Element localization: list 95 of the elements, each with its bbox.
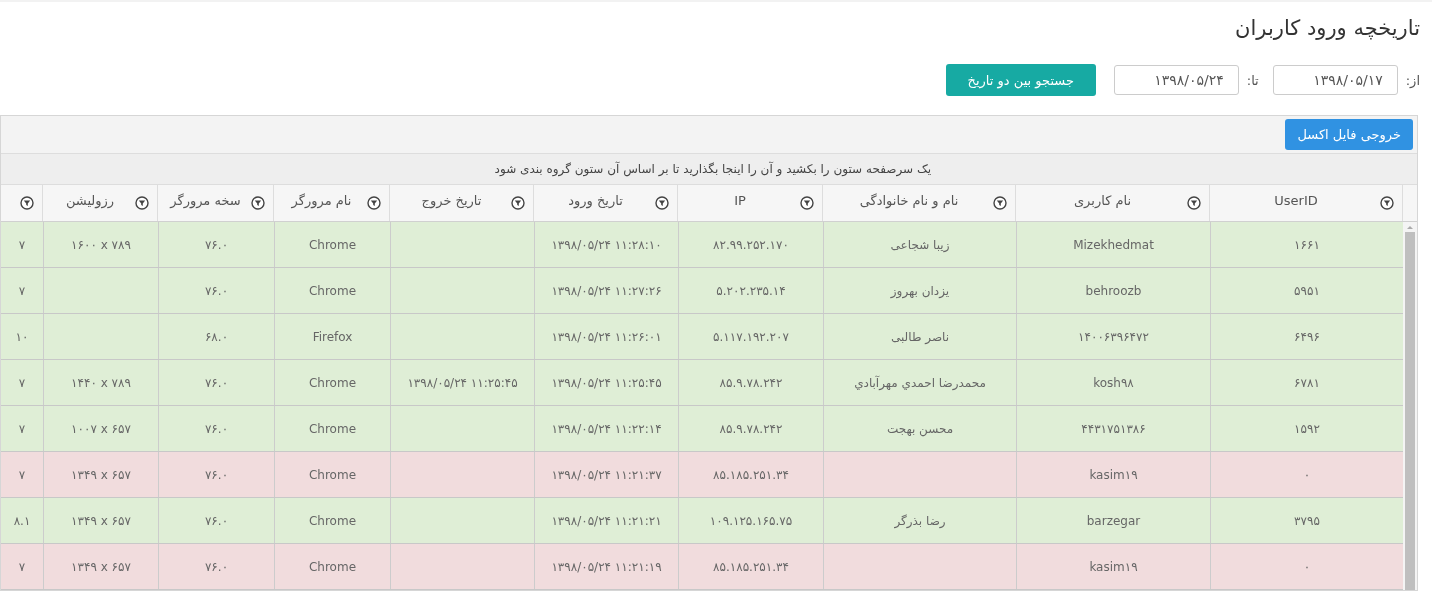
table-cell: Mizekhedmat: [1073, 237, 1154, 252]
table-cell: ناصر طالبی: [890, 329, 950, 344]
table-cell: ۰: [1303, 467, 1311, 482]
table-cell: ۷۶.۰: [204, 513, 229, 528]
table-cell: ۵.۲۰۲.۲۳۵.۱۴: [716, 283, 786, 298]
table-cell: ۸۵.۱۸۵.۲۵۱.۳۴: [713, 559, 789, 574]
column-header[interactable]: نام کاربری: [1015, 185, 1209, 221]
table-cell: ۱۳۹۸/۰۵/۲۴ ۱۱:۲۷:۲۶: [551, 283, 662, 298]
table-cell: Chrome: [308, 237, 357, 252]
table-cell: ۱۳۹۸/۰۵/۲۴ ۱۱:۲۸:۱۰: [551, 237, 662, 252]
table-cell: ۰: [1303, 559, 1311, 574]
filter-icon[interactable]: [800, 196, 814, 210]
table-cell: ۷۶.۰: [204, 375, 229, 390]
table-cell: ۷۶.۰: [204, 467, 229, 482]
table-cell: ۶۷۸۱: [1294, 375, 1320, 390]
table-cell: Firefox: [312, 329, 353, 344]
page-title: تاریخچه ورود کاربران: [1235, 16, 1420, 40]
table-cell: behroozb: [1085, 283, 1142, 298]
table-cell: ۱۰: [15, 329, 29, 344]
to-label: تا:: [1246, 72, 1259, 88]
table-cell: ۱۳۹۸/۰۵/۲۴ ۱۱:۲۲:۱۴: [551, 421, 662, 436]
table-cell: ۷۶.۰: [204, 421, 229, 436]
table-cell: محمدرضا احمدي مهرآبادي: [854, 375, 986, 390]
table-cell: ۸۲.۹۹.۲۵۲.۱۷۰: [713, 237, 789, 252]
table-cell: ۱۳۹۸/۰۵/۲۴ ۱۱:۲۵:۴۵: [407, 375, 518, 390]
table-cell: ۷: [18, 375, 26, 390]
filter-icon[interactable]: [367, 196, 381, 210]
table-cell: ۷: [18, 237, 26, 252]
table-cell: ۷۶.۰: [204, 283, 229, 298]
table-cell: ۱۳۴۹ x ۶۵۷: [71, 559, 131, 574]
table-cell: ۸۵.۱۸۵.۲۵۱.۳۴: [713, 467, 789, 482]
group-panel-hint: یک سرصفحه ستون را بکشید و آن را اینجا بگذارید تا بر اساس آن ستون گروه بندی شود: [494, 162, 931, 176]
table-cell: kasim۱۹: [1089, 467, 1138, 482]
filter-icon[interactable]: [993, 196, 1007, 210]
table-cell: محسن بهجت: [886, 421, 954, 436]
table-cell: ۷۶.۰: [204, 559, 229, 574]
from-label: از:: [1405, 72, 1420, 88]
table-cell: Chrome: [308, 559, 357, 574]
scrollbar[interactable]: [1403, 222, 1417, 590]
table-cell: ۱۶۶۱: [1294, 237, 1320, 252]
filter-icon[interactable]: [1187, 196, 1201, 210]
table-cell: ۱۶۰۰ x ۷۸۹: [71, 237, 131, 252]
table-cell: kosh۹۸: [1093, 375, 1134, 390]
table-cell: ۸۵.۹.۷۸.۲۴۲: [719, 375, 783, 390]
table-cell: ۱۳۹۸/۰۵/۲۴ ۱۱:۲۱:۲۱: [551, 513, 662, 528]
filter-icon[interactable]: [511, 196, 525, 210]
filter-icon[interactable]: [20, 196, 34, 210]
table-cell: ۸۵.۹.۷۸.۲۴۲: [719, 421, 783, 436]
table-cell: Chrome: [308, 467, 357, 482]
column-header[interactable]: سخه مرورگر: [157, 185, 273, 221]
table-cell: ۷: [18, 421, 26, 436]
to-date-field[interactable]: ۱۳۹۸/۰۵/۲۴: [1113, 65, 1239, 95]
from-date-field[interactable]: ۱۳۹۸/۰۵/۱۷: [1272, 65, 1398, 95]
column-header[interactable]: تاریخ ورود: [533, 185, 677, 221]
table-cell: ۱۳۴۹ x ۶۵۷: [71, 513, 131, 528]
column-header[interactable]: تاریخ خروج: [389, 185, 533, 221]
table-cell: barzegar: [1086, 513, 1141, 528]
table-cell: ۱۰۹.۱۲۵.۱۶۵.۷۵: [709, 513, 793, 528]
table-cell: زیبا شجاعی: [890, 237, 950, 252]
table-cell: ۱۰۰۷ x ۶۵۷: [71, 421, 131, 436]
filter-icon[interactable]: [655, 196, 669, 210]
filter-icon[interactable]: [251, 196, 265, 210]
table-cell: ۷۶.۰: [204, 237, 229, 252]
table-cell: ۵.۱۱۷.۱۹۲.۲۰۷: [713, 329, 789, 344]
table-cell: Chrome: [308, 375, 357, 390]
table-cell: ۱۳۹۸/۰۵/۲۴ ۱۱:۲۱:۳۷: [551, 467, 662, 482]
table-cell: Chrome: [308, 513, 357, 528]
column-header[interactable]: UserID: [1209, 185, 1402, 221]
table-cell: ۱۳۴۹ x ۶۵۷: [71, 467, 131, 482]
table-cell: ۸.۱: [13, 513, 31, 528]
column-header[interactable]: IP: [677, 185, 822, 221]
table-cell: ۱۴۰۰۶۳۹۶۴۷۲: [1078, 329, 1149, 344]
table-cell: Chrome: [308, 421, 357, 436]
table-cell: ۷: [18, 559, 26, 574]
column-header[interactable]: نام و نام خانوادگی: [822, 185, 1015, 221]
column-header[interactable]: رزولیشن: [42, 185, 157, 221]
table-cell: ۱۳۹۸/۰۵/۲۴ ۱۱:۲۱:۱۹: [551, 559, 662, 574]
table-cell: ۶۸.۰: [204, 329, 229, 344]
table-cell: یزدان بهروز: [890, 283, 950, 298]
table-cell: ۴۴۳۱۷۵۱۳۸۶: [1081, 421, 1146, 436]
table-cell: ۶۴۹۶: [1294, 329, 1320, 344]
table-cell: ۷: [18, 283, 26, 298]
table-cell: ۷: [18, 467, 26, 482]
table-cell: ۱۳۹۸/۰۵/۲۴ ۱۱:۲۵:۴۵: [551, 375, 662, 390]
table-cell: kasim۱۹: [1089, 559, 1138, 574]
table-cell: ۱۳۹۸/۰۵/۲۴ ۱۱:۲۶:۰۱: [551, 329, 662, 344]
column-header[interactable]: نام مرورگر: [273, 185, 389, 221]
table-cell: ۱۴۴۰ x ۷۸۹: [71, 375, 131, 390]
table-cell: ۵۹۵۱: [1294, 283, 1320, 298]
filter-icon[interactable]: [1380, 196, 1394, 210]
table-cell: ۳۷۹۵: [1294, 513, 1320, 528]
filter-icon[interactable]: [135, 196, 149, 210]
table-cell: رضا بذرگر: [894, 513, 946, 528]
table-cell: Chrome: [308, 283, 357, 298]
table-cell: ۱۵۹۲: [1294, 421, 1320, 436]
